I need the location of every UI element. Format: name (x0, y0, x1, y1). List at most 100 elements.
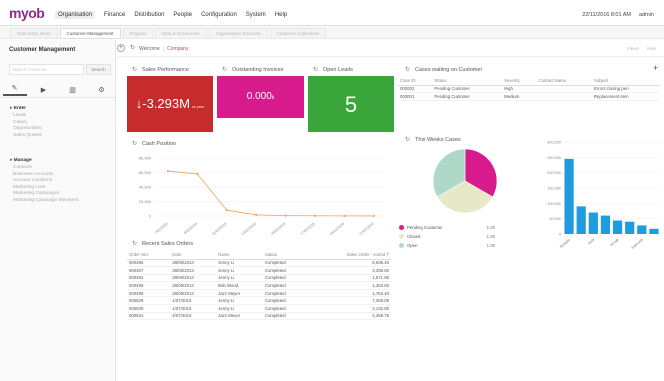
order-date: 28/06/2013 (170, 266, 217, 275)
refresh-icon[interactable]: ↻ (132, 67, 137, 73)
breadcrumb-welcome[interactable]: Welcome (139, 46, 160, 52)
tab-data-documents[interactable]: Data & Documents (154, 28, 207, 39)
order-nbr[interactable]: 000486 (127, 259, 171, 268)
tab-data-entry[interactable]: Data Entry Items (10, 28, 58, 39)
order-nbr[interactable]: 000530 (127, 304, 171, 313)
order-nbr[interactable]: 000495 (127, 281, 171, 290)
breadcrumb-company[interactable]: Company (167, 46, 188, 52)
order-nbr[interactable]: 000487 (127, 266, 171, 275)
table-row[interactable]: 000492 28/06/2013 Jenny Li Completed 1,571.9… (127, 274, 391, 283)
table-row[interactable]: 000495 28/06/2013 Bob Wood Completed 1,263.6… (127, 281, 391, 290)
order-nbr[interactable]: 000498 (127, 289, 171, 298)
tab-customer-management[interactable]: Customer Management (59, 28, 121, 39)
widget-title-cash-position: ↻ Cash Position (132, 141, 176, 147)
play-icon[interactable]: ▶ (32, 86, 56, 94)
refresh-icon[interactable]: ↻ (405, 67, 410, 73)
legend-swatch (399, 234, 404, 239)
y-tick-label: 0 (149, 214, 152, 219)
outstanding-invoices-tile[interactable]: 0.000k (217, 76, 304, 118)
order-total: 1,571.90 (307, 274, 391, 283)
column-header[interactable]: Name (216, 251, 263, 260)
order-status: Completed (262, 259, 308, 268)
case-contact (536, 92, 592, 101)
refresh-icon[interactable]: ↻ (222, 67, 227, 73)
order-date: 4/07/2013 (170, 312, 217, 321)
refresh-icon[interactable]: ↻ (130, 44, 135, 51)
order-date: 28/06/2013 (170, 289, 217, 298)
column-header[interactable]: Sales Order - sorted T (307, 251, 391, 260)
outstanding-invoices-suffix: k (271, 95, 275, 101)
help-link[interactable]: Help (647, 46, 656, 51)
column-header[interactable]: Date (170, 251, 217, 260)
myob-logo[interactable]: myob (9, 5, 45, 21)
y-tick-label: 150,000 (547, 187, 561, 191)
sidebar-search-input[interactable]: Search Customer (9, 64, 84, 75)
menu-people[interactable]: People (173, 12, 192, 19)
bar (588, 212, 598, 234)
sales-performance-tile[interactable]: ↓-3.293M vs. prev (127, 76, 213, 132)
table-row[interactable]: 000487 28/06/2013 Jenny Li Completed 3,336.5… (127, 266, 391, 275)
sidebar-search-button[interactable]: Search (86, 64, 111, 75)
y-tick-label: 0 (559, 233, 561, 237)
case-id[interactable]: 000001 (398, 92, 433, 101)
table-row[interactable]: 000531 4/07/2013 Jazz Meyer Completed 2,468.… (127, 312, 391, 321)
column-header[interactable]: Status (432, 77, 503, 86)
nav-group-header[interactable]: Enter (10, 106, 42, 111)
menu-configuration[interactable]: Configuration (201, 12, 237, 19)
y-tick-label: 100,000 (547, 202, 561, 206)
case-id[interactable]: 000002 (398, 85, 433, 94)
report-icon[interactable]: ▥ (61, 86, 85, 94)
menu-help[interactable]: Help (275, 12, 287, 19)
outstanding-invoices-value: 0.000 (246, 91, 272, 102)
views-link[interactable]: Views (627, 46, 639, 51)
table-row[interactable]: 000529 1/07/2013 Jenny Li Completed 7,309.08 (127, 296, 391, 306)
table-row[interactable]: 000486 28/06/2013 Jenny Li Completed 8,635.4… (127, 259, 391, 268)
menu-distribution[interactable]: Distribution (134, 12, 164, 19)
gear-icon[interactable]: ⚙ (90, 86, 114, 94)
menu-system[interactable]: System (246, 12, 266, 19)
table-row[interactable]: 000498 28/06/2013 Jazz Meyer Completed 1,763… (127, 289, 391, 298)
sidebar-icon-row: ✎ ▶ ▥ ⚙ (0, 82, 116, 98)
order-nbr[interactable]: 000492 (127, 274, 171, 283)
column-header[interactable]: Order Nbr. (127, 251, 171, 260)
breadcrumb: Welcome | Company (139, 46, 189, 52)
table-row[interactable]: 000530 1/07/2013 Jenny Li Completed 2,132.80 (127, 304, 391, 313)
refresh-icon[interactable]: ↻ (132, 241, 137, 247)
tab-projects[interactable]: Projects (122, 28, 153, 39)
refresh-icon[interactable]: ↻ (405, 137, 410, 143)
x-tick-label: Samuels (631, 238, 644, 250)
data-point (255, 213, 258, 217)
table-header-row: Case ID Status Severity Contact Name Sub… (398, 77, 660, 86)
order-nbr[interactable]: 000531 (127, 312, 171, 321)
nav-group-header[interactable]: Manage (10, 158, 79, 163)
refresh-icon[interactable]: ↻ (313, 67, 318, 73)
legend-item[interactable]: Closed 1.00 (399, 232, 495, 241)
column-header[interactable]: Severity (502, 77, 537, 86)
open-leads-tile[interactable]: 5 (308, 76, 394, 132)
tab-organisation-structure[interactable]: Organisation Structure (208, 28, 268, 39)
column-header[interactable]: Contact Name (536, 77, 592, 86)
column-header[interactable]: Subject (591, 77, 660, 86)
menu-finance[interactable]: Finance (104, 12, 125, 19)
menu-organisation[interactable]: Organisation (55, 11, 96, 19)
add-case-button[interactable]: + (653, 63, 658, 73)
legend-item[interactable]: Open 1.00 (399, 241, 495, 250)
legend-item[interactable]: Pending Customer 1.00 (399, 223, 495, 232)
nav-item-sales-quotes[interactable]: Sales Quotes (10, 133, 42, 140)
column-header[interactable]: Case ID (398, 77, 433, 86)
column-header[interactable]: Status (262, 251, 308, 260)
table-row[interactable]: 000001 Pending Customer Medium Replaceme… (398, 92, 660, 101)
table-row[interactable]: 000002 Pending Customer High Errors clos… (398, 85, 660, 94)
nav-item-campaign-members[interactable]: Marketing Campaign Members (10, 198, 79, 205)
customer-name: Jenny Li (216, 266, 263, 275)
user-menu[interactable]: admin (639, 12, 654, 18)
refresh-icon[interactable]: ↻ (132, 141, 137, 147)
pencil-icon[interactable]: ✎ (2, 84, 27, 96)
add-widget-icon[interactable]: + (117, 44, 125, 52)
nav-item-opportunities[interactable]: Opportunities (10, 126, 42, 133)
order-status: Completed (262, 304, 308, 313)
tab-customer-collections[interactable]: Customer Collections (269, 28, 327, 39)
legend-swatch (399, 225, 404, 230)
order-nbr[interactable]: 000529 (127, 296, 171, 306)
sales-performance-value: ↓-3.293M (135, 96, 190, 111)
